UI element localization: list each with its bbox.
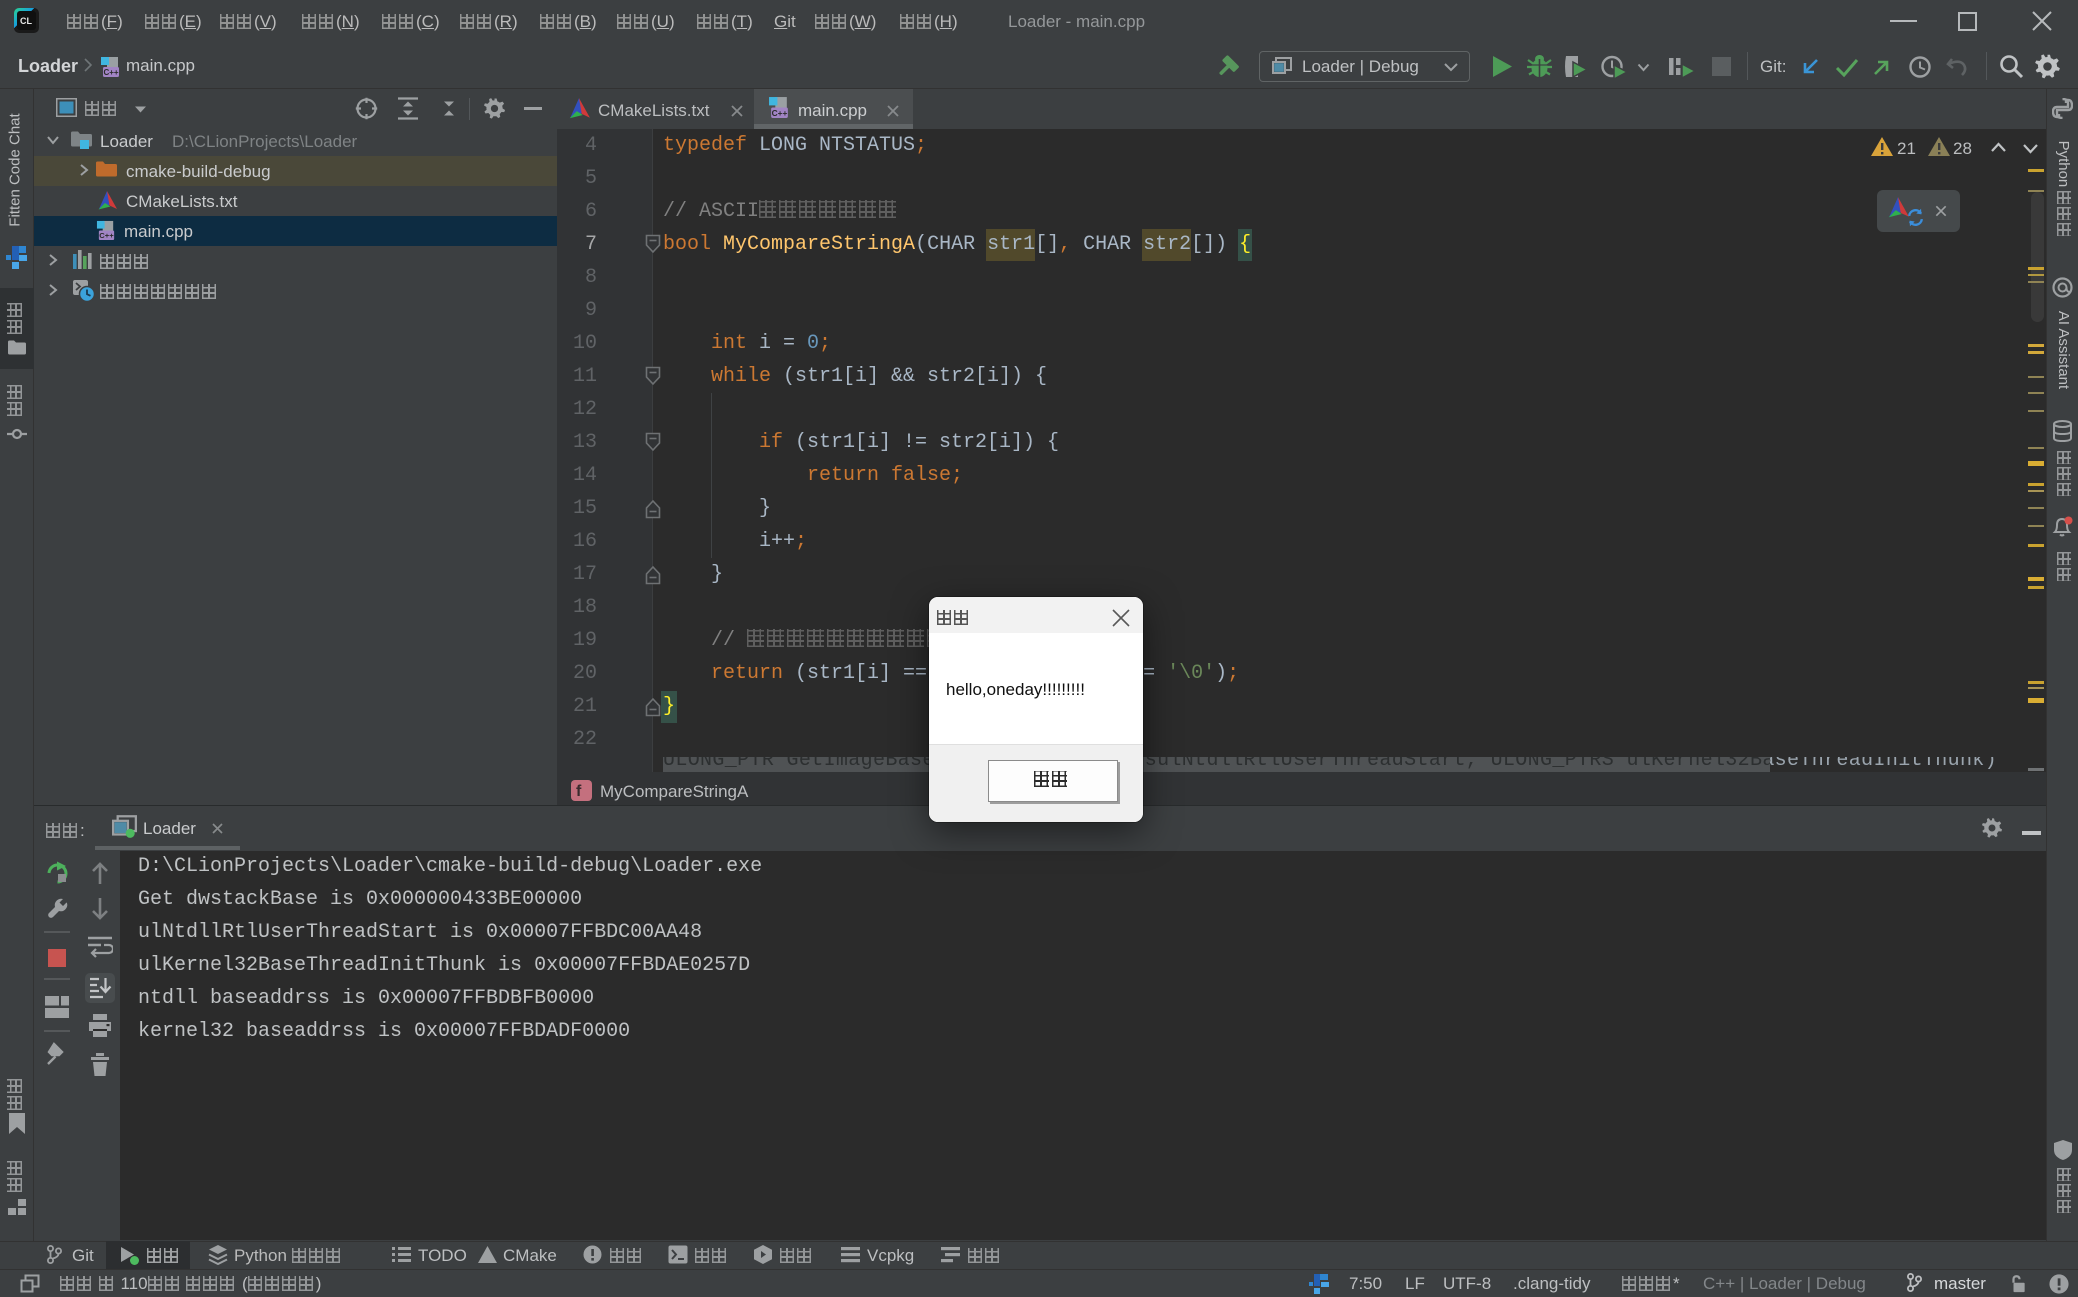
svg-text:C++: C++ bbox=[772, 108, 788, 118]
svg-text:C++: C++ bbox=[103, 68, 118, 77]
svg-text:C++: C++ bbox=[99, 231, 114, 240]
